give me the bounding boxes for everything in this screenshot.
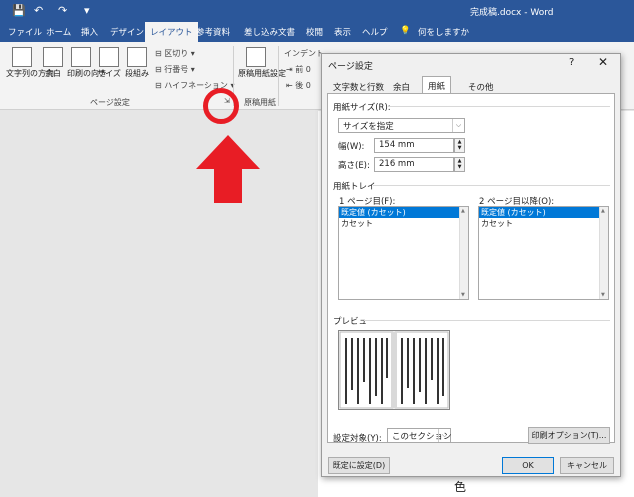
breaks-button[interactable]: ⊟ 区切り ▾ bbox=[155, 48, 195, 59]
list-item[interactable]: カセット bbox=[339, 218, 468, 229]
dialog-title: ページ設定 bbox=[328, 62, 373, 72]
manuscript-icon bbox=[246, 47, 266, 67]
document-title: 完成稿.docx - Word bbox=[470, 8, 554, 18]
text-direction-icon bbox=[12, 47, 32, 67]
indent-before-label: ⇥ 前 0 bbox=[286, 65, 311, 74]
separator bbox=[278, 46, 279, 106]
tab-review[interactable]: 校閲 bbox=[306, 26, 323, 38]
page-preview-image bbox=[338, 330, 450, 410]
indent-after-label: ⇤ 後 0 bbox=[286, 81, 311, 90]
paper-size-label: 用紙サイズ(R): bbox=[333, 103, 391, 113]
apply-to-label: 設定対象(Y): bbox=[333, 434, 382, 444]
ok-button[interactable]: OK bbox=[502, 457, 554, 474]
paper-size-select[interactable]: サイズを指定 ⌵ bbox=[338, 118, 465, 133]
line-numbers-button[interactable]: ⊟ 行番号 ▾ bbox=[155, 64, 195, 75]
preview-label: プレビュー bbox=[333, 317, 376, 327]
list-item[interactable]: カセット bbox=[479, 218, 608, 229]
list-item[interactable]: 既定値 (カセット) bbox=[339, 207, 468, 218]
width-input[interactable]: 154 mm bbox=[374, 138, 454, 153]
divider bbox=[388, 106, 610, 107]
document-text: 色 bbox=[454, 480, 467, 494]
tab-references[interactable]: 参考資料 bbox=[196, 26, 230, 38]
close-icon[interactable]: ✕ bbox=[598, 55, 608, 69]
first-page-tray-list[interactable]: 既定値 (カセット) カセット ▲ ▼ bbox=[338, 206, 469, 300]
scrollbar[interactable]: ▲ ▼ bbox=[459, 207, 468, 299]
height-input[interactable]: 216 mm bbox=[374, 157, 454, 172]
print-options-button[interactable]: 印刷オプション(T)... bbox=[528, 427, 610, 444]
width-label: 幅(W): bbox=[338, 142, 365, 152]
list-item[interactable]: 既定値 (カセット) bbox=[479, 207, 608, 218]
size-icon bbox=[99, 47, 119, 67]
manuscript-settings-button[interactable]: 原稿用紙設定 bbox=[238, 47, 286, 79]
margins-icon bbox=[43, 47, 63, 67]
annotation-circle bbox=[203, 88, 239, 124]
other-pages-tray-list[interactable]: 既定値 (カセット) カセット ▲ ▼ bbox=[478, 206, 609, 300]
divider bbox=[364, 320, 610, 321]
tab-insert[interactable]: 挿入 bbox=[81, 26, 98, 38]
tab-layout[interactable]: レイアウト bbox=[145, 22, 198, 42]
columns-button[interactable]: 段組み bbox=[124, 47, 150, 79]
tab-margins[interactable]: 余白 bbox=[388, 78, 415, 94]
paper-tab-panel: 用紙サイズ(R): サイズを指定 ⌵ 幅(W): 154 mm ▲ ▼ 高さ(E):… bbox=[327, 93, 615, 444]
scrollbar[interactable]: ▲ ▼ bbox=[599, 207, 608, 299]
chevron-down-icon: ⌵ bbox=[438, 429, 450, 442]
size-button[interactable]: サイズ bbox=[97, 47, 121, 79]
help-button[interactable]: ? bbox=[569, 57, 574, 68]
save-icon[interactable]: 💾 bbox=[12, 4, 26, 17]
height-spinner[interactable]: ▲ ▼ bbox=[454, 157, 465, 172]
chevron-down-icon: ⌵ bbox=[452, 119, 464, 132]
orientation-icon bbox=[71, 47, 91, 67]
tab-view[interactable]: 表示 bbox=[334, 26, 351, 38]
tab-design[interactable]: デザイン bbox=[110, 26, 144, 38]
title-bar: 💾 ↶ ↷ ▾ 完成稿.docx - Word bbox=[0, 0, 634, 22]
lightbulb-icon: 💡 bbox=[400, 26, 411, 36]
tab-characters-lines[interactable]: 文字数と行数 bbox=[328, 78, 389, 94]
orientation-button[interactable]: 印刷の向き bbox=[67, 47, 107, 79]
cancel-button[interactable]: キャンセル bbox=[560, 457, 614, 474]
tab-mailings[interactable]: 差し込み文書 bbox=[244, 26, 295, 38]
undo-icon[interactable]: ↶ bbox=[34, 4, 43, 17]
customize-qat-icon[interactable]: ▾ bbox=[84, 4, 90, 17]
tell-me-box[interactable]: 何をしますか bbox=[418, 26, 469, 38]
indent-label: インデント bbox=[284, 49, 324, 58]
redo-icon[interactable]: ↷ bbox=[58, 4, 67, 17]
columns-icon bbox=[127, 47, 147, 67]
width-spinner[interactable]: ▲ ▼ bbox=[454, 138, 465, 153]
set-default-button[interactable]: 既定に設定(D) bbox=[328, 457, 390, 474]
tab-paper[interactable]: 用紙 bbox=[422, 76, 452, 94]
tab-file[interactable]: ファイル bbox=[8, 26, 42, 38]
paper-tray-label: 用紙トレイ bbox=[333, 182, 376, 192]
page-setup-group-label: ページ設定 bbox=[90, 98, 130, 107]
tab-home[interactable]: ホーム bbox=[46, 26, 71, 38]
height-label: 高さ(E): bbox=[338, 161, 370, 171]
divider bbox=[373, 185, 610, 186]
ribbon-tabs: ファイル ホーム 挿入 デザイン レイアウト 参考資料 差し込み文書 校閲 表示… bbox=[0, 22, 634, 42]
text-direction-button[interactable]: 文字列の方向 bbox=[6, 47, 54, 79]
apply-to-select[interactable]: このセクション ⌵ bbox=[387, 428, 452, 443]
manuscript-group-label: 原稿用紙 bbox=[244, 98, 276, 107]
margins-button[interactable]: 余白 bbox=[42, 47, 64, 79]
annotation-arrow-icon bbox=[196, 135, 260, 203]
page-setup-dialog: ページ設定 ? ✕ 文字数と行数 余白 用紙 その他 用紙サイズ(R): サイズ… bbox=[321, 53, 621, 477]
tab-other[interactable]: その他 bbox=[463, 78, 499, 94]
tab-help[interactable]: ヘルプ bbox=[362, 26, 388, 38]
